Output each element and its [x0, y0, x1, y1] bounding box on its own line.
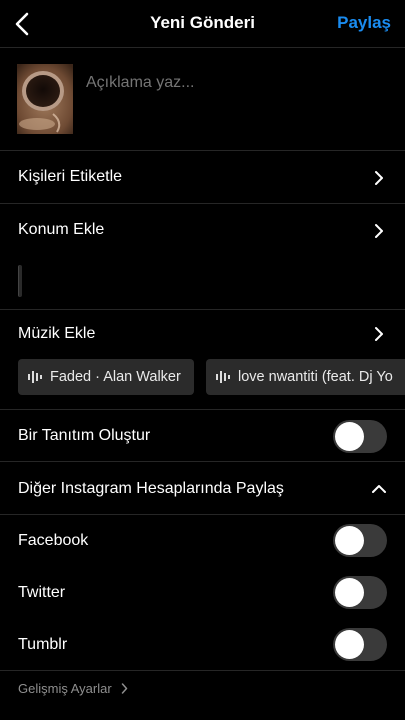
- tag-people-label: Kişileri Etiketle: [18, 168, 123, 185]
- chevron-right-icon: [375, 224, 383, 238]
- post-thumbnail[interactable]: [17, 64, 73, 134]
- music-suggestion-label: love nwantiti (feat. Dj Yo: [238, 369, 393, 385]
- tumblr-label: Tumblr: [18, 636, 68, 653]
- chevron-right-icon: [375, 327, 383, 341]
- location-suggestion-chip[interactable]: [18, 265, 22, 297]
- facebook-label: Facebook: [18, 532, 89, 549]
- music-suggestion-label: Faded · Alan Walker: [50, 369, 181, 385]
- tumblr-row: Tumblr: [0, 619, 405, 671]
- tag-people-row[interactable]: Kişileri Etiketle: [0, 151, 405, 204]
- create-promotion-label: Bir Tanıtım Oluştur: [18, 427, 151, 444]
- add-location-row[interactable]: Konum Ekle: [0, 204, 405, 310]
- waveform-icon: [216, 371, 230, 383]
- create-promotion-toggle[interactable]: [333, 420, 387, 453]
- create-promotion-row: Bir Tanıtım Oluştur: [0, 410, 405, 462]
- share-other-accounts-row[interactable]: Diğer Instagram Hesaplarında Paylaş: [0, 462, 405, 515]
- share-button[interactable]: Paylaş: [337, 13, 391, 33]
- twitter-row: Twitter: [0, 567, 405, 619]
- chevron-right-icon: [121, 683, 128, 694]
- add-location-label: Konum Ekle: [18, 221, 105, 238]
- twitter-toggle[interactable]: [333, 576, 387, 609]
- twitter-label: Twitter: [18, 584, 66, 601]
- caption-area: [0, 48, 405, 151]
- music-suggestion-chip[interactable]: love nwantiti (feat. Dj Yo: [206, 359, 405, 395]
- chevron-right-icon: [375, 171, 383, 185]
- share-other-accounts-label: Diğer Instagram Hesaplarında Paylaş: [18, 480, 284, 497]
- advanced-settings-link[interactable]: Gelişmiş Ayarlar: [18, 681, 112, 696]
- caption-input[interactable]: [86, 74, 386, 92]
- facebook-row: Facebook: [0, 515, 405, 567]
- waveform-icon: [28, 371, 42, 383]
- header: Yeni Gönderi Paylaş: [0, 0, 405, 48]
- add-music-label: Müzik Ekle: [18, 325, 96, 342]
- tumblr-toggle[interactable]: [333, 628, 387, 661]
- chevron-up-icon: [372, 485, 386, 493]
- facebook-toggle[interactable]: [333, 524, 387, 557]
- music-suggestion-chip[interactable]: Faded · Alan Walker: [18, 359, 194, 395]
